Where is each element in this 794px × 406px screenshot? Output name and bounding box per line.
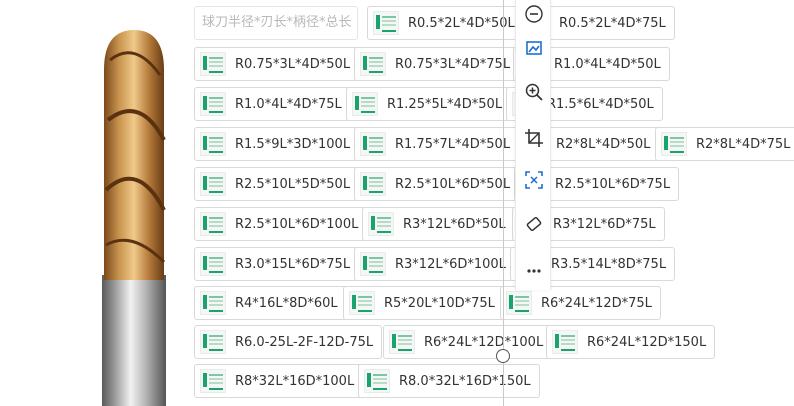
spec-option[interactable]: R1.0*4L*4D*75L	[194, 87, 351, 121]
spec-option-label: R8.0*32L*16D*150L	[399, 373, 531, 389]
zoom-in-icon	[525, 83, 543, 101]
crop-icon	[525, 129, 543, 147]
tool-thumbnail-icon	[389, 330, 415, 354]
drag-handle[interactable]	[496, 349, 510, 363]
tool-thumbnail-icon	[552, 330, 578, 354]
spec-option[interactable]: R5*20L*10D*75L	[343, 286, 504, 320]
minus-button[interactable]	[520, 0, 548, 28]
spec-option[interactable]: R8.0*32L*16D*150L	[358, 364, 540, 398]
tool-thumbnail-icon	[364, 369, 390, 393]
eraser-button[interactable]	[520, 210, 548, 238]
tool-thumbnail-icon	[360, 252, 386, 276]
spec-option-label: R1.0*4L*4D*75L	[235, 96, 342, 112]
spec-option-label: R2.5*10L*6D*75L	[555, 176, 671, 192]
tool-thumbnail-icon	[200, 252, 226, 276]
tool-thumbnail-icon	[200, 291, 226, 315]
spec-option[interactable]: R0.75*3L*4D*75L	[354, 47, 520, 81]
spec-option-label: R1.75*7L*4D*50L	[395, 136, 511, 152]
image-toolbar	[515, 0, 551, 290]
tool-thumbnail-icon	[360, 172, 386, 196]
tool-thumbnail-icon	[506, 291, 532, 315]
tool-thumbnail-icon	[360, 52, 386, 76]
tool-thumbnail-icon	[200, 132, 226, 156]
tool-thumbnail-icon	[360, 132, 386, 156]
spec-option[interactable]: R0.5*2L*4D*50L	[367, 6, 524, 40]
spec-option-label: R0.5*2L*4D*50L	[408, 15, 515, 31]
spec-option-label: R3.5*14L*8D*75L	[551, 256, 667, 272]
spec-option[interactable]: R6*24L*12D*150L	[546, 325, 716, 359]
spec-option[interactable]: R1.5*9L*3D*100L	[194, 127, 360, 161]
more-icon	[527, 269, 541, 273]
spec-option-label: R0.5*2L*4D*75L	[559, 15, 666, 31]
spec-option[interactable]: R8*32L*16D*100L	[194, 364, 364, 398]
spec-option[interactable]: R6*24L*12D*100L	[383, 325, 553, 359]
spec-option-label: R2*8L*4D*50L	[556, 136, 651, 152]
spec-option[interactable]: R3*12L*6D*50L	[362, 207, 515, 241]
spec-option[interactable]: R2.5*10L*6D*50L	[354, 167, 520, 201]
spec-option[interactable]: R4*16L*8D*60L	[194, 286, 347, 320]
spec-option-label: R1.5*6L*4D*50L	[547, 96, 654, 112]
spec-option-label: R2.5*10L*6D*50L	[395, 176, 511, 192]
spec-option-label: R3*12L*6D*75L	[553, 216, 656, 232]
fit-screen-icon	[525, 171, 543, 189]
fit-screen-button[interactable]	[520, 166, 548, 194]
spec-option[interactable]: R2.5*10L*6D*100L	[194, 207, 368, 241]
tool-thumbnail-icon	[200, 172, 226, 196]
tool-thumbnail-icon	[200, 369, 226, 393]
spec-option-label: R6*24L*12D*100L	[424, 334, 544, 350]
spec-option-label: R2.5*10L*5D*50L	[235, 176, 351, 192]
spec-option-label: R0.75*3L*4D*50L	[235, 56, 351, 72]
spec-option-label: R2*8L*4D*75L	[696, 136, 791, 152]
spec-option-label: R8*32L*16D*100L	[235, 373, 355, 389]
more-button[interactable]	[520, 256, 548, 284]
spec-option[interactable]: R2.5*10L*5D*50L	[194, 167, 360, 201]
tool-thumbnail-icon	[200, 212, 226, 236]
spec-option-label: R1.5*9L*3D*100L	[235, 136, 351, 152]
spec-option[interactable]: R0.75*3L*4D*50L	[194, 47, 360, 81]
spec-option-label: R4*16L*8D*60L	[235, 295, 338, 311]
spec-option-label: R3.0*15L*6D*75L	[235, 256, 351, 272]
tool-thumbnail-icon	[352, 92, 378, 116]
tool-thumbnail-icon	[373, 11, 399, 35]
spec-option[interactable]: R6*24L*12D*75L	[500, 286, 661, 320]
spec-option[interactable]: R3*12L*6D*100L	[354, 247, 515, 281]
spec-option[interactable]: R2*8L*4D*75L	[655, 127, 794, 161]
spec-option[interactable]: R3.0*15L*6D*75L	[194, 247, 360, 281]
spec-option[interactable]: R1.75*7L*4D*50L	[354, 127, 520, 161]
crop-button[interactable]	[520, 124, 548, 152]
zoom-in-button[interactable]	[520, 78, 548, 106]
image-button[interactable]	[520, 34, 548, 62]
tool-thumbnail-icon	[200, 92, 226, 116]
spec-option-label: R6*24L*12D*150L	[587, 334, 707, 350]
tool-thumbnail-icon	[349, 291, 375, 315]
spec-filter-field[interactable]: 球刀半径*刃长*柄径*总长	[194, 6, 358, 40]
guide-line	[503, 0, 504, 406]
spec-option[interactable]: R1.25*5L*4D*50L	[346, 87, 512, 121]
tool-thumbnail-icon	[661, 132, 687, 156]
spec-option[interactable]: R6.0-25L-2F-12D-75L	[194, 325, 383, 359]
tool-thumbnail-icon	[200, 52, 226, 76]
spec-option-label: R1.0*4L*4D*50L	[554, 56, 661, 72]
spec-option-label: R3*12L*6D*50L	[403, 216, 506, 232]
tool-thumbnail-icon	[368, 212, 394, 236]
minus-icon	[525, 5, 543, 23]
spec-option-label: R2.5*10L*6D*100L	[235, 216, 359, 232]
image-icon	[526, 41, 542, 55]
product-image	[80, 0, 190, 406]
spec-option-label: R6*24L*12D*75L	[541, 295, 652, 311]
spec-option-label: R1.25*5L*4D*50L	[387, 96, 503, 112]
spec-option-label: R6.0-25L-2F-12D-75L	[235, 334, 374, 350]
tool-thumbnail-icon	[200, 330, 226, 354]
spec-option-label: R3*12L*6D*100L	[395, 256, 506, 272]
eraser-icon	[526, 216, 542, 232]
spec-option-label: R5*20L*10D*75L	[384, 295, 495, 311]
spec-option-label: R0.75*3L*4D*75L	[395, 56, 511, 72]
